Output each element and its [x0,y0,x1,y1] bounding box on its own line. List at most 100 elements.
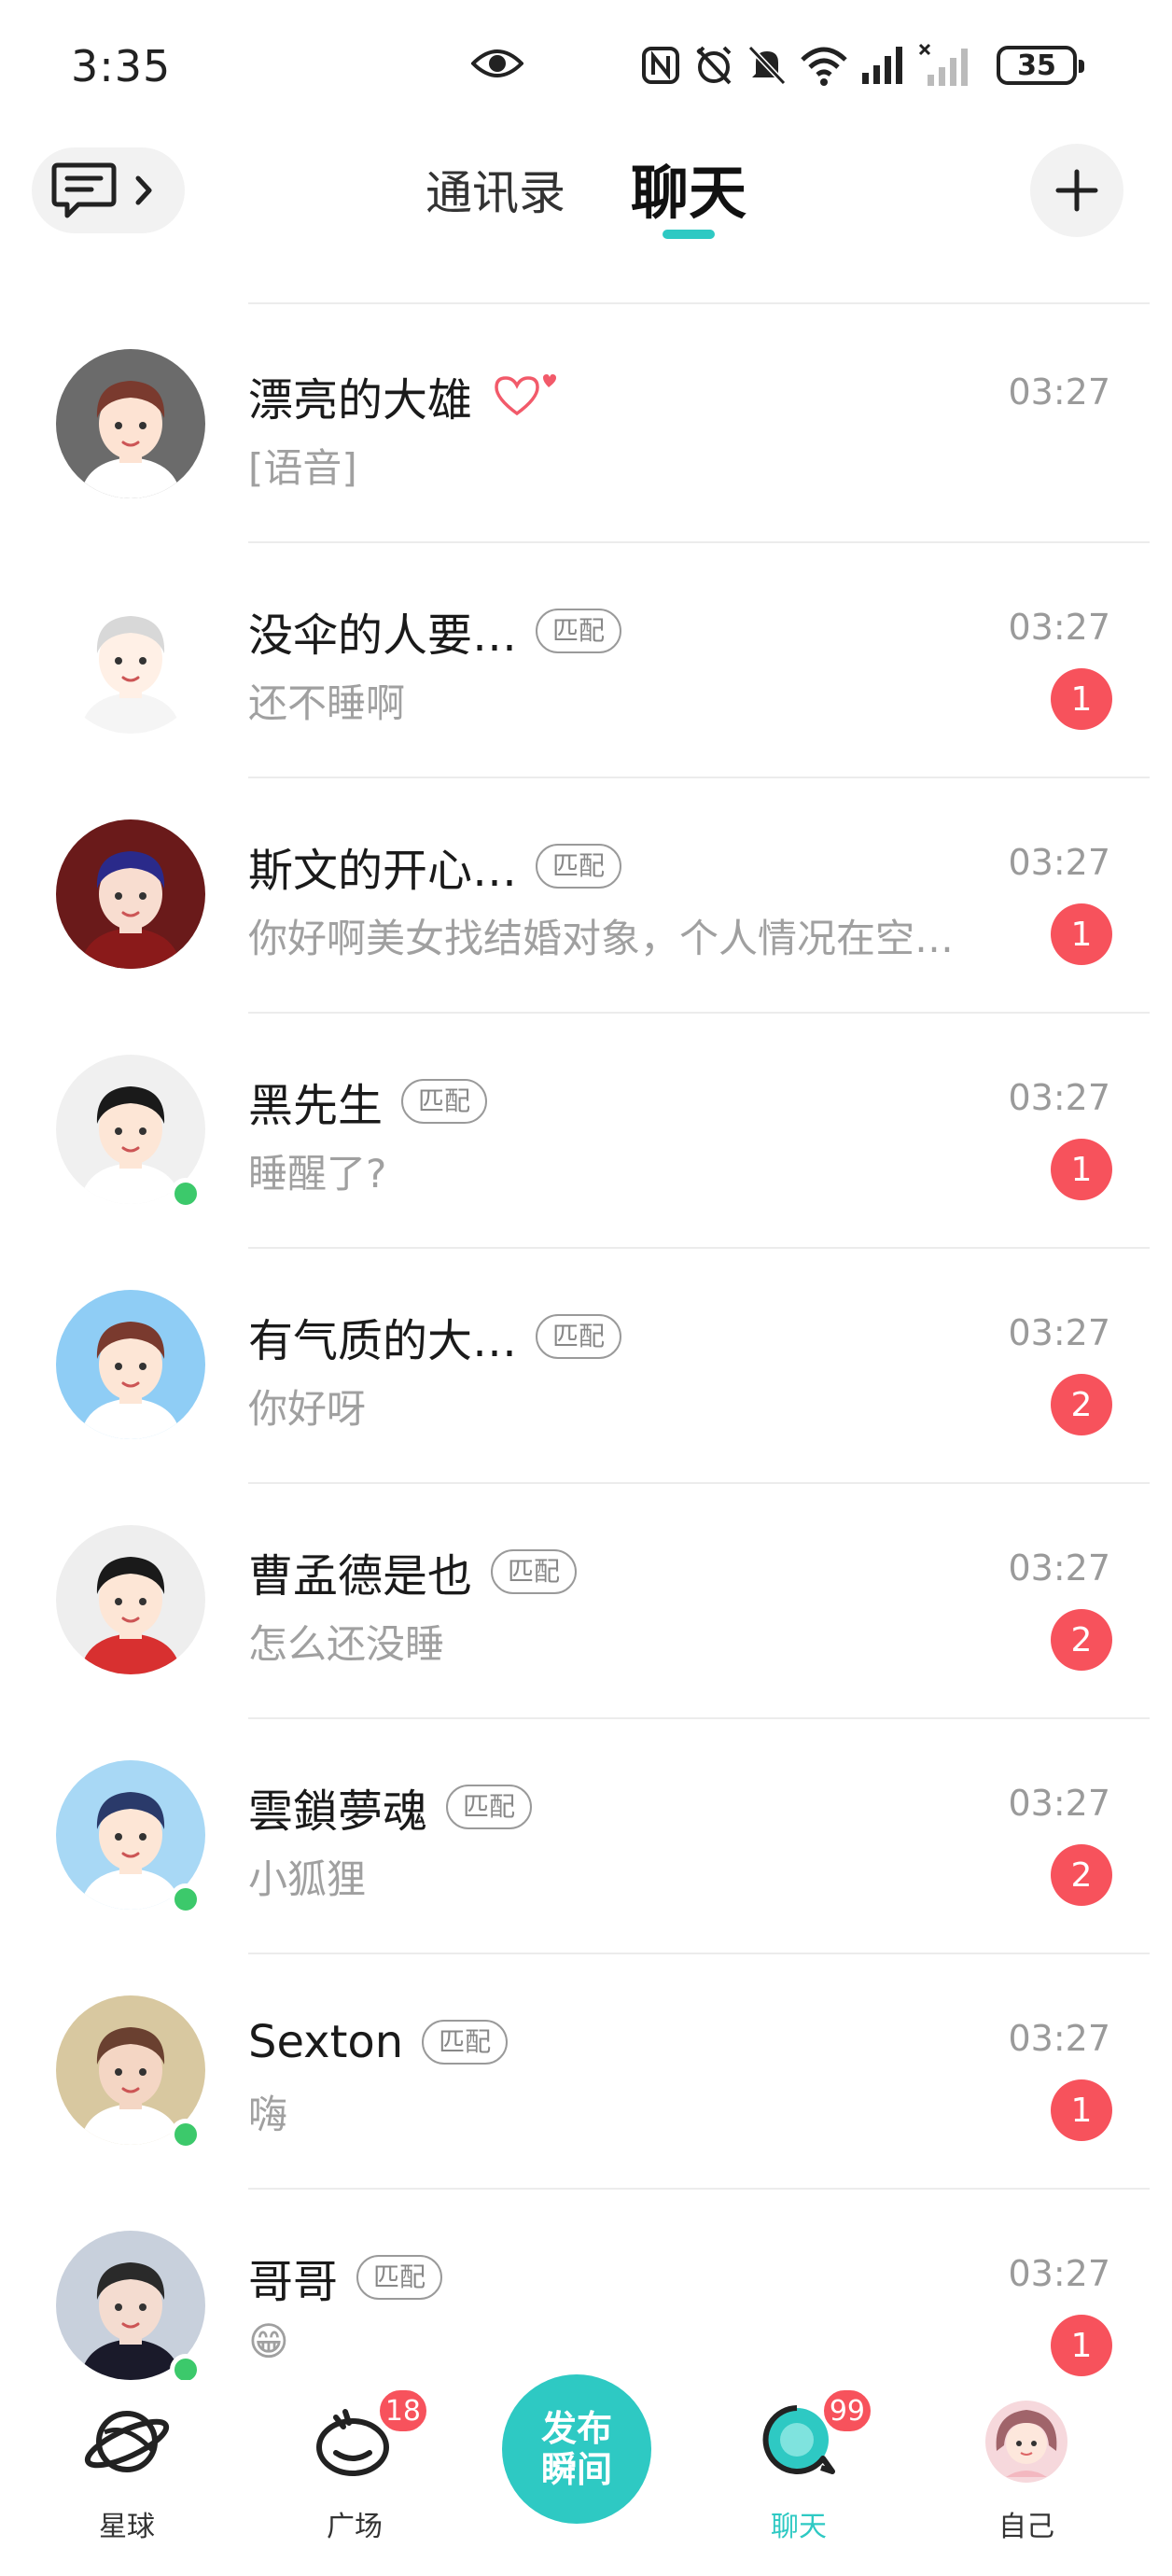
chat-preview: 小狐狸 [248,1856,367,1902]
chat-preview: 嗨 [248,2092,288,2137]
chat-item[interactable]: 曹孟德是也 匹配怎么还没睡 03:27 2 [0,1484,1172,1719]
match-tag: 匹配 [536,609,622,653]
nav-label-profile: 自己 [998,2511,1054,2543]
chat-item[interactable]: Sexton 匹配嗨 03:27 1 [0,1954,1172,2190]
nav-item-square[interactable]: 18 广场 [280,2387,429,2572]
chat-name-row: 有气质的大… 匹配 [248,1307,622,1367]
match-tag: 匹配 [536,1314,622,1359]
chat-name: 曹孟德是也 [248,1550,473,1603]
status-icons: 35 [640,37,1084,93]
chat-name-row: 雲鎖夢魂 匹配 [248,1777,533,1838]
avatar[interactable] [56,584,205,734]
avatar[interactable] [56,1525,205,1674]
chat-item[interactable]: 哥哥 匹配 😁 03:27 1 [0,2190,1172,2380]
nav-item-profile[interactable]: 自己 [952,2395,1101,2572]
online-status-dot [170,2119,202,2150]
chat-name: 黑先生 [248,1080,384,1132]
chat-time: 03:27 [1008,2253,1110,2294]
alarm-off-icon [696,46,732,85]
square-badge: 18 [376,2387,429,2434]
chat-name-row: 黑先生 匹配 [248,1071,488,1132]
tab-chat-label: 聊天 [630,159,746,227]
chat-name: 没伞的人要… [248,609,518,662]
unread-badge: 1 [1051,2315,1112,2376]
battery-level: 35 [1017,49,1056,82]
nav-label-chat: 聊天 [771,2511,827,2543]
profile-avatar [985,2401,1067,2483]
chat-item[interactable]: 雲鎖夢魂 匹配小狐狸 03:27 2 [0,1719,1172,1954]
chat-name: 有气质的大… [248,1315,518,1367]
online-status-dot [170,1883,202,1915]
chat-preview: 😁 [248,2318,289,2364]
online-status-dot [170,2354,202,2380]
chat-time: 03:27 [1008,842,1110,883]
chat-item[interactable]: 漂亮的大雄 [语音] 03:27 [0,308,1172,543]
nav-label-square: 广场 [327,2511,383,2543]
battery-indicator: 35 [997,46,1084,85]
chat-preview: 还不睡啊 [248,680,406,726]
list-divider [248,302,1150,304]
wifi-icon [801,47,847,86]
chat-name-row: 曹孟德是也 匹配 [248,1542,578,1603]
chat-item[interactable]: 没伞的人要… 匹配 还不睡啊 03:27 1 [0,543,1172,778]
chat-name: Sexton [248,2016,404,2068]
chat-time: 03:27 [1008,1312,1110,1353]
chat-name-row: 哥哥 匹配 [248,2247,443,2308]
chat-name: 漂亮的大雄 [248,374,473,427]
match-tag: 匹配 [401,1079,488,1124]
match-tag: 匹配 [536,844,622,889]
avatar[interactable] [56,819,205,969]
tab-contacts[interactable]: 通讯录 [426,151,565,235]
chat-preview: 你好啊美女找结婚对象，个人情况在空… [248,916,955,961]
signal-weak-icon [918,43,968,86]
planet-icon [84,2411,170,2472]
top-nav: 通讯录 聊天 [0,131,1172,261]
chat-preview: 睡醒了? [248,1151,387,1197]
tab-chat[interactable]: 聊天 [630,151,746,239]
chat-item[interactable]: 黑先生 匹配 睡醒了? 03:27 1 [0,1014,1172,1249]
chat-name-row: 漂亮的大雄 [248,366,565,427]
nav-item-chat[interactable]: 99 聊天 [724,2387,873,2572]
unread-badge: 1 [1051,668,1112,730]
chat-time: 03:27 [1008,1547,1110,1589]
add-button[interactable] [1030,144,1123,237]
chat-time: 03:27 [1008,2018,1110,2059]
chat-preview: [语音] [248,445,357,491]
publish-label-line1: 发布 [540,2408,612,2449]
match-tag: 匹配 [446,1785,533,1829]
chat-time: 03:27 [1008,1783,1110,1824]
nav-item-planet[interactable]: 星球 [52,2395,202,2572]
chat-item[interactable]: 斯文的开心… 匹配你好啊美女找结婚对象，个人情况在空… 03:27 1 [0,778,1172,1014]
unread-badge: 1 [1051,2079,1112,2141]
chat-item[interactable]: 有气质的大… 匹配 你好呀 03:27 2 [0,1249,1172,1484]
eye-icon [471,49,523,77]
active-tab-indicator [662,230,715,239]
status-bar: 3:35 35 [0,0,1172,131]
avatar[interactable] [56,1290,205,1439]
chat-name: 斯文的开心… [248,845,518,897]
unread-badge: 1 [1051,1139,1112,1200]
publish-moment-button[interactable]: 发布 瞬间 [502,2374,651,2524]
nav-label-planet: 星球 [99,2511,155,2543]
chat-time: 03:27 [1008,371,1110,413]
chat-preview: 你好呀 [248,1386,367,1432]
heart-icon [495,374,557,416]
match-tag: 匹配 [491,1549,578,1594]
avatar[interactable] [56,349,205,498]
chat-preview: 怎么还没睡 [248,1621,445,1667]
online-status-dot [170,1178,202,1210]
chat-name-row: 没伞的人要… 匹配 [248,601,622,662]
unread-badge: 2 [1051,1609,1112,1671]
chat-list[interactable]: 漂亮的大雄 [语音] 03:27 没伞的人要… 匹配 还不睡啊 03:27 1 斯文的开心… 匹配… [0,261,1172,2380]
plus-icon [1055,169,1098,212]
chat-badge: 99 [820,2387,873,2434]
mute-icon [747,45,787,86]
signal-icon [862,47,902,84]
chat-name: 雲鎖夢魂 [248,1785,428,1838]
unread-badge: 1 [1051,903,1112,965]
match-tag: 匹配 [422,2020,509,2065]
match-tag: 匹配 [356,2255,443,2300]
status-time: 3:35 [71,41,172,91]
header-tabs: 通讯录 聊天 [0,151,1172,239]
unread-badge: 2 [1051,1844,1112,1906]
